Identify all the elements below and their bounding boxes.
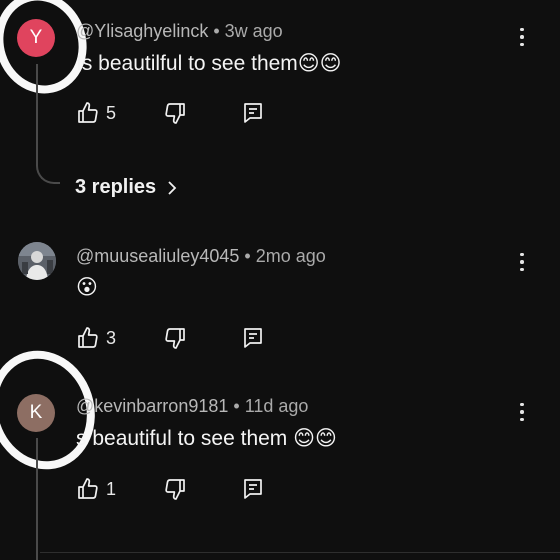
- more-vert-icon[interactable]: [514, 250, 530, 274]
- comment-actions: 1: [76, 477, 276, 503]
- comment-actions: 3: [76, 326, 276, 352]
- thumb-up-icon: [78, 478, 98, 499]
- comment-age[interactable]: 3w ago: [225, 21, 283, 41]
- view-replies-button[interactable]: 3 replies: [75, 176, 178, 199]
- reply-icon: [244, 103, 262, 123]
- reply-icon: [244, 479, 262, 499]
- comment-actions: 5: [76, 101, 276, 127]
- meta-separator: •: [228, 396, 245, 416]
- like-count: 1: [106, 478, 117, 499]
- thumb-up-icon: [78, 102, 98, 123]
- meta-separator: •: [208, 21, 225, 41]
- dislike-button[interactable]: [163, 477, 187, 501]
- thread-line-curve: [36, 148, 60, 184]
- avatar-photo-image: [18, 242, 56, 280]
- like-button[interactable]: 3: [76, 326, 116, 350]
- thumb-down-icon: [165, 479, 185, 500]
- reply-icon: [244, 328, 262, 348]
- comment-meta: @Ylisaghyelinck • 3w ago: [76, 21, 283, 42]
- comment-author[interactable]: @Ylisaghyelinck: [76, 21, 208, 41]
- reply-button[interactable]: [241, 477, 265, 501]
- like-button[interactable]: 5: [76, 101, 116, 125]
- avatar[interactable]: [18, 242, 56, 280]
- comment-text: 😮: [76, 276, 98, 299]
- dislike-button[interactable]: [163, 101, 187, 125]
- thumb-up-icon: [78, 327, 98, 348]
- chevron-right-icon: [168, 180, 177, 195]
- more-vert-icon[interactable]: [514, 25, 530, 49]
- comment-author[interactable]: @kevinbarron9181: [76, 396, 228, 416]
- comment-text: s beautiful to see them 😊😊: [76, 427, 337, 450]
- more-vert-icon[interactable]: [514, 400, 530, 424]
- meta-separator: •: [239, 246, 256, 266]
- comment-author[interactable]: @muusealiuley4045: [76, 246, 239, 266]
- comment-text: Is beautilful to see them😊😊: [76, 52, 342, 75]
- thumb-down-icon: [165, 103, 185, 124]
- divider: [40, 552, 560, 553]
- comment-meta: @kevinbarron9181 • 11d ago: [76, 396, 308, 417]
- comment-age[interactable]: 2mo ago: [256, 246, 326, 266]
- like-count: 5: [106, 102, 117, 123]
- replies-label: 3 replies: [75, 176, 157, 198]
- thread-line: [36, 438, 38, 560]
- dislike-button[interactable]: [163, 326, 187, 350]
- comment-meta: @muusealiuley4045 • 2mo ago: [76, 246, 326, 267]
- comment-age[interactable]: 11d ago: [245, 396, 309, 416]
- thumb-down-icon: [165, 328, 185, 349]
- reply-button[interactable]: [241, 326, 265, 350]
- like-button[interactable]: 1: [76, 477, 116, 501]
- like-count: 3: [106, 327, 117, 348]
- reply-button[interactable]: [241, 101, 265, 125]
